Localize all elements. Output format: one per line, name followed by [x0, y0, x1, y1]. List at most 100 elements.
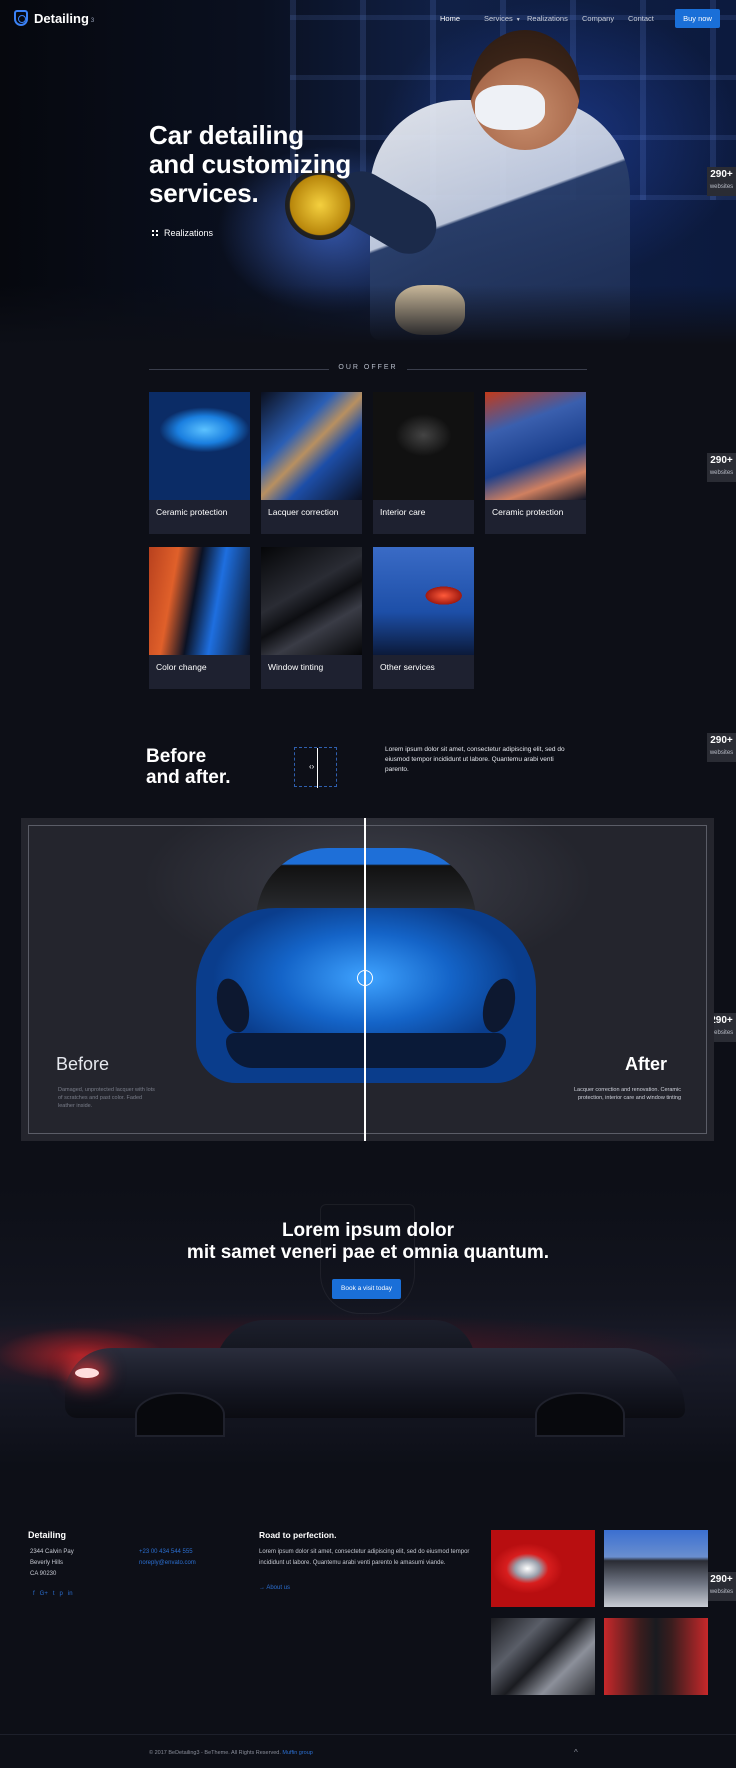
badge-number: 290+ [710, 169, 733, 180]
footer-brand: Detailing [28, 1530, 67, 1540]
badge-number: 290+ [710, 1574, 733, 1585]
footer-divider [0, 1734, 736, 1735]
service-card-label: Ceramic protection [492, 507, 564, 517]
after-label: After [625, 1054, 668, 1074]
footer-phone-link[interactable]: +23 00 434 544 555 [139, 1547, 196, 1558]
service-card[interactable]: Window tinting [261, 547, 362, 689]
about-us-label: About us [266, 1585, 291, 1591]
hero-worker-mask [475, 85, 545, 130]
logo-sub: 3 [90, 18, 95, 24]
offer-heading: OUR OFFER [149, 364, 587, 374]
hero-fade [0, 285, 736, 345]
service-card[interactable]: Ceramic protection [149, 392, 250, 534]
service-card[interactable]: Ceramic protection [485, 392, 586, 534]
before-label: Before [56, 1054, 110, 1074]
dark-sports-car-image [65, 1320, 685, 1437]
top-navigation: Detailing 3 Home Services ▼ Realizations … [0, 0, 736, 38]
before-after-title: Before and after. [146, 746, 230, 788]
chevron-down-icon: ▼ [515, 17, 521, 23]
service-card-image [149, 392, 250, 500]
service-card-image [261, 547, 362, 655]
footer-gallery-image[interactable] [491, 1618, 595, 1695]
facebook-icon[interactable]: f [33, 1591, 35, 1597]
book-visit-button[interactable]: Book a visit today [332, 1279, 401, 1299]
muffin-group-link[interactable]: Muffin group [282, 1750, 312, 1756]
badge-number: 290+ [710, 455, 733, 466]
footer-gallery-image[interactable] [491, 1530, 595, 1607]
service-card[interactable]: Color change [149, 547, 250, 689]
about-us-link[interactable]: → About us [259, 1585, 290, 1591]
before-text: Damaged, unprotected lacquer with lots o… [58, 1087, 155, 1109]
service-card-label: Window tinting [268, 662, 324, 672]
before-after-title-line: and after. [146, 767, 231, 788]
nav-item-company[interactable]: Company [582, 14, 628, 23]
footer-email-link[interactable]: noreply@envato.com [139, 1558, 196, 1569]
linkedin-icon[interactable]: in [68, 1591, 73, 1597]
car-grille [226, 1033, 506, 1068]
footer-road-text: Lorem ipsum dolor sit amet, consectetur … [259, 1549, 470, 1566]
badge-label: websites [709, 1589, 734, 1595]
cta-title-line: mit samet veneri pae et omnia quantum. [186, 1242, 550, 1263]
service-card[interactable]: Lacquer correction [261, 392, 362, 534]
hero-title-line: Car detailing [149, 120, 304, 150]
compare-slider-icon: ‹› [294, 747, 337, 788]
before-after-title-line: Before [146, 746, 207, 767]
nav-links: Home Services ▼ Realizations Company Cont… [440, 14, 654, 23]
nav-item-services-label: Services [484, 14, 513, 23]
buy-now-button[interactable]: Buy now [675, 9, 720, 28]
logo[interactable]: Detailing 3 [14, 10, 94, 26]
hero-title: Car detailing and customizing services. [149, 121, 351, 208]
footer-contact: +23 00 434 544 555 noreply@envato.com [139, 1547, 196, 1569]
service-card-image [373, 547, 474, 655]
side-badge[interactable]: 290+ websites [707, 1572, 736, 1601]
service-card-image [373, 392, 474, 500]
nav-item-realizations[interactable]: Realizations [527, 14, 582, 23]
service-card-label: Other services [380, 662, 435, 672]
nav-item-contact[interactable]: Contact [628, 14, 654, 23]
before-after-description: Lorem ipsum dolor sit amet, consectetur … [385, 746, 565, 773]
footer-gallery-image[interactable] [604, 1618, 708, 1695]
side-badge[interactable]: 290+ websites [707, 733, 736, 762]
service-card-label: Ceramic protection [156, 507, 228, 517]
copyright-text: © 2017 BeDetailing3 - BeTheme. All Right… [149, 1750, 281, 1756]
hero-title-line: services. [149, 178, 259, 208]
badge-number: 290+ [710, 735, 733, 746]
badge-label: websites [709, 750, 734, 756]
twitter-icon[interactable]: t [53, 1591, 55, 1597]
offer-heading-text: OUR OFFER [338, 364, 398, 371]
nav-item-home[interactable]: Home [440, 14, 476, 23]
service-card-image [485, 392, 586, 500]
footer-gallery-image[interactable] [604, 1530, 708, 1607]
before-after-comparison[interactable]: Before Damaged, unprotected lacquer with… [21, 818, 714, 1141]
car-wheel [135, 1392, 225, 1437]
hero-section [0, 0, 736, 345]
car-wheel [535, 1392, 625, 1437]
google-plus-icon[interactable]: G+ [40, 1591, 48, 1597]
service-card-image [149, 547, 250, 655]
nav-item-services[interactable]: Services ▼ [484, 14, 522, 23]
address-line: CA 90230 [30, 1571, 57, 1577]
logo-text: Detailing [34, 10, 89, 26]
badge-label: websites [709, 184, 734, 190]
service-card-image [261, 392, 362, 500]
comparison-drag-knob[interactable] [357, 970, 373, 986]
realizations-link[interactable]: Realizations [152, 228, 213, 238]
scroll-up-icon[interactable]: ^ [574, 1748, 578, 1757]
badge-label: websites [709, 470, 734, 476]
grid-icon [152, 230, 158, 236]
address-line: 2344 Calvin Pay [30, 1549, 74, 1555]
after-text: Lacquer correction and renovation. Ceram… [573, 1087, 681, 1101]
service-card[interactable]: Interior care [373, 392, 474, 534]
pinterest-icon[interactable]: p [60, 1591, 63, 1597]
side-badge[interactable]: 290+ websites [707, 453, 736, 482]
address-line: Beverly Hills [30, 1560, 64, 1566]
cta-title: Lorem ipsum dolor mit samet veneri pae e… [0, 1220, 736, 1264]
side-badge[interactable]: 290+ websites [707, 167, 736, 196]
service-card[interactable]: Other services [373, 547, 474, 689]
shield-logo-icon [14, 10, 28, 26]
nav-spacer [476, 14, 484, 23]
social-links: f G+ t p in [33, 1591, 73, 1597]
realizations-label: Realizations [164, 228, 214, 238]
service-card-label: Interior care [380, 507, 426, 517]
copyright: © 2017 BeDetailing3 - BeTheme. All Right… [149, 1750, 313, 1756]
